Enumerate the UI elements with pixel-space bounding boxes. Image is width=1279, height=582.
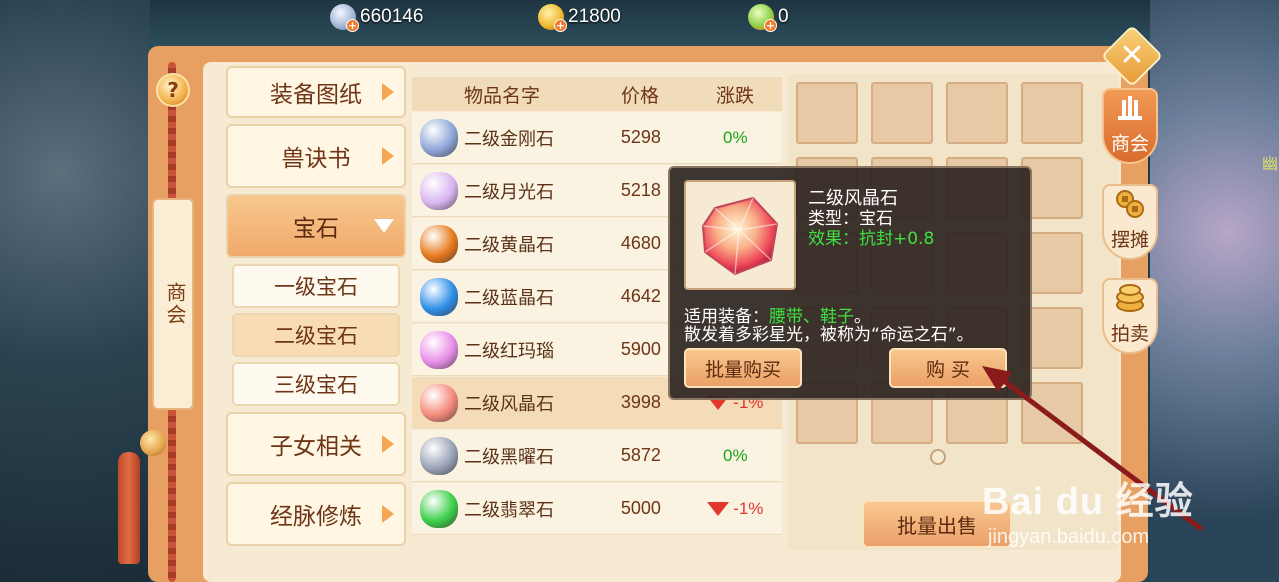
watermark-url: jingyan.baidu.com [988,526,1150,548]
watermark-logo: Bai du 经验 [982,481,1194,523]
